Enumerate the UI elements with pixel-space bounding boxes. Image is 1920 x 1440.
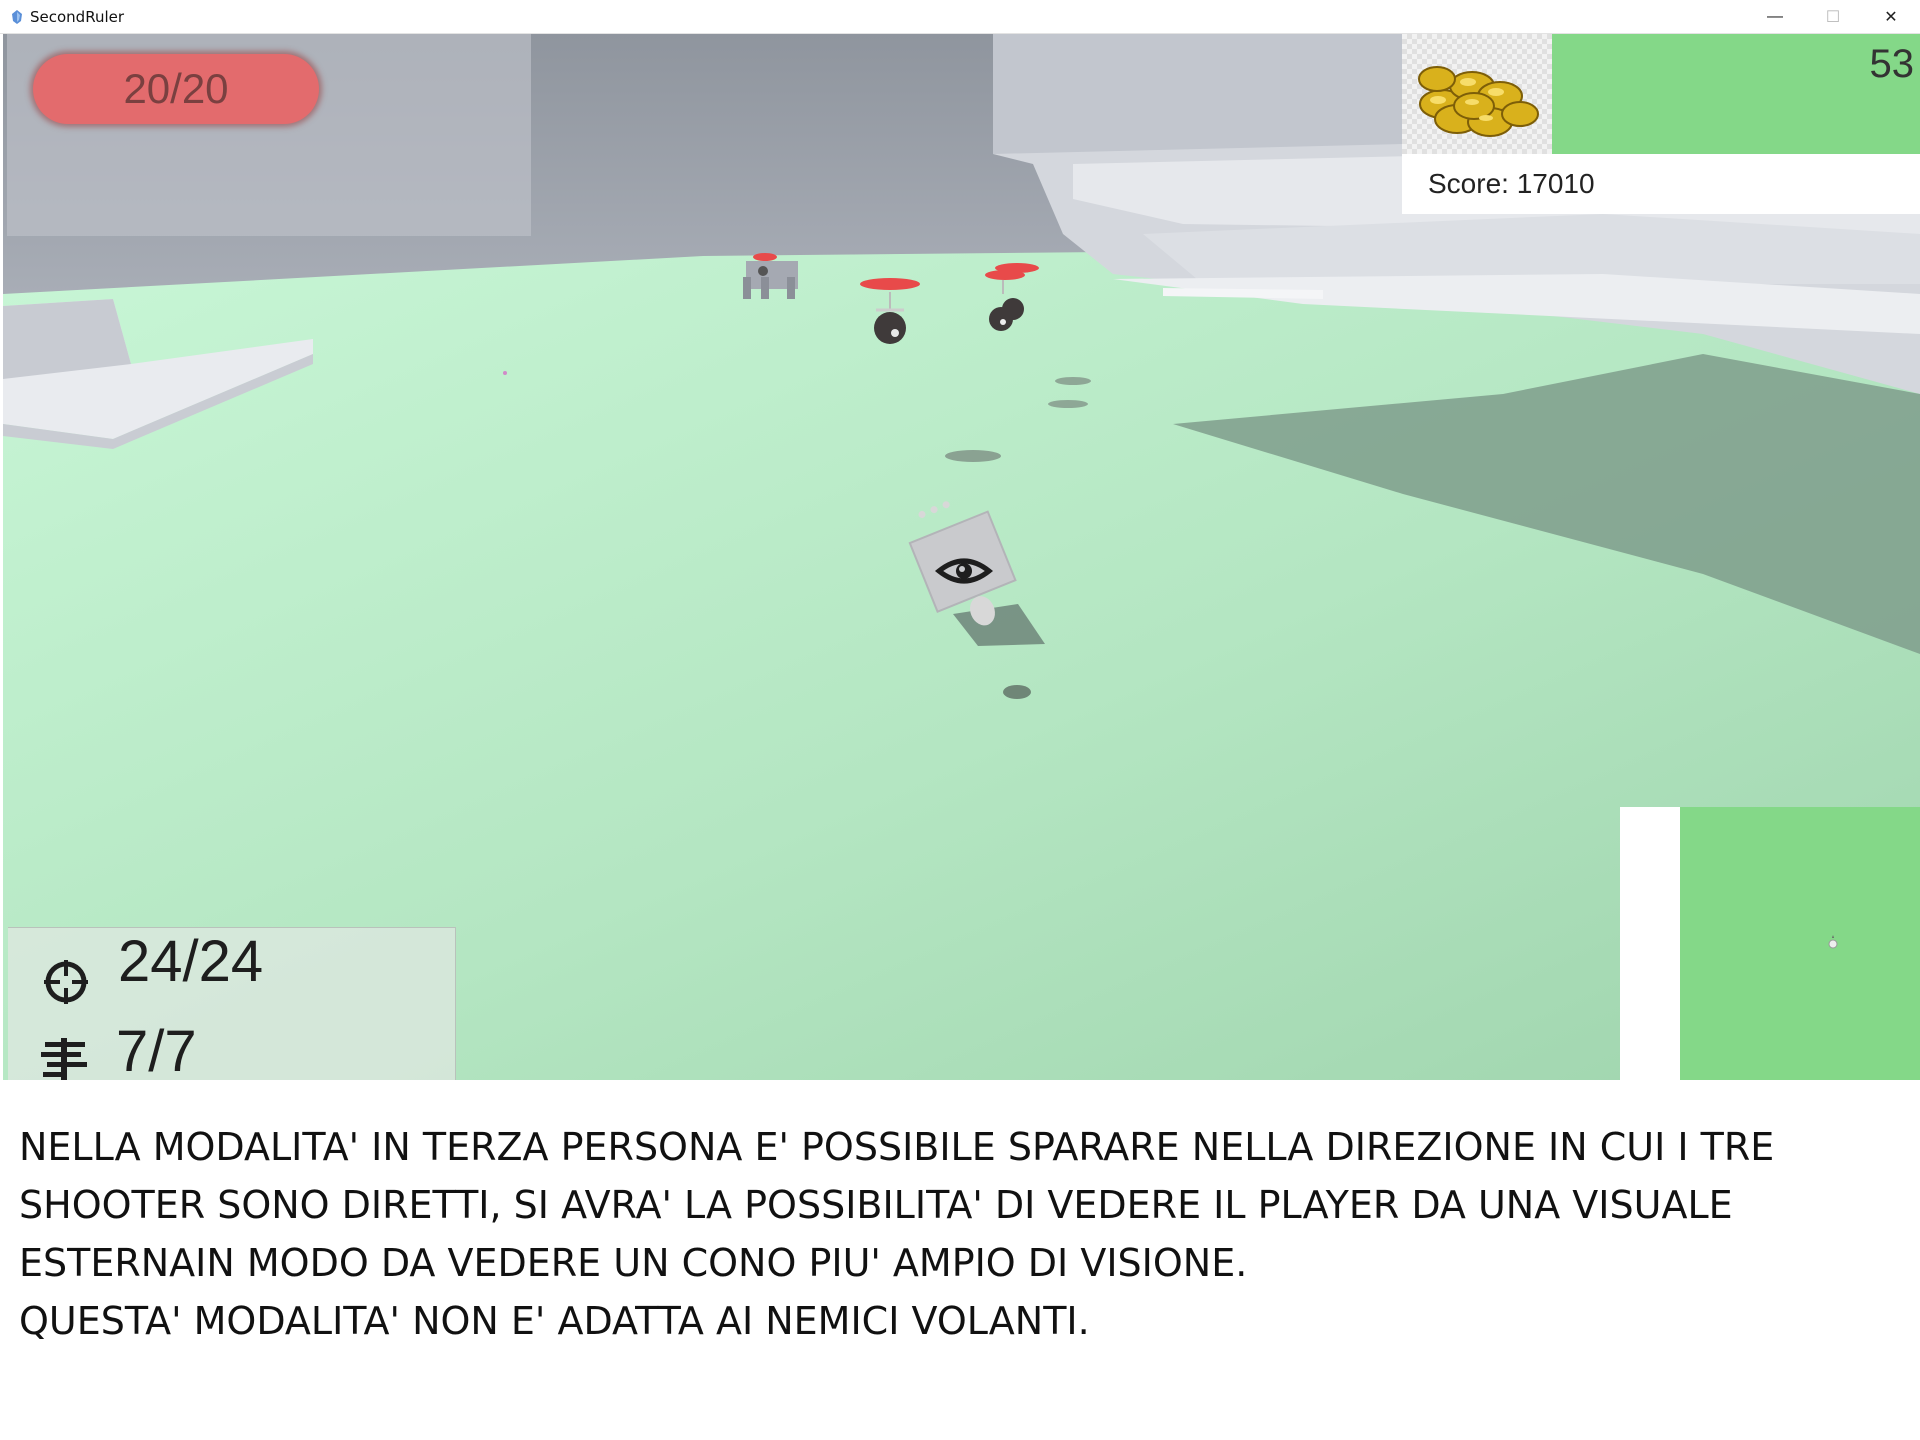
minimap-area: [1680, 807, 1920, 1080]
caption: NELLA MODALITA' IN TERZA PERSONA E' POSS…: [19, 1118, 1899, 1350]
grenade-value: 7/7: [116, 1019, 197, 1080]
caption-line: NELLA MODALITA' IN TERZA PERSONA E' POSS…: [19, 1125, 1775, 1169]
window-titlebar: SecondRuler — ☐ ✕: [0, 0, 1920, 34]
window-title: SecondRuler: [30, 8, 125, 26]
health-bar: 20/20: [33, 54, 319, 124]
minimize-icon: —: [1767, 8, 1783, 25]
minimap-border: [1620, 807, 1680, 1080]
health-panel: 20/20: [7, 34, 531, 236]
maximize-button[interactable]: ☐: [1804, 0, 1862, 34]
crosshair-icon: [44, 960, 88, 1004]
score-panel: 53 Score: 17010: [1402, 34, 1920, 214]
minimize-button[interactable]: —: [1746, 0, 1804, 34]
timer-box: 53: [1552, 34, 1920, 154]
close-button[interactable]: ✕: [1862, 0, 1920, 34]
maximize-icon: ☐: [1825, 9, 1841, 26]
ammo-value: 24/24: [118, 929, 264, 994]
close-icon: ✕: [1884, 9, 1898, 26]
score-label: Score: 17010: [1428, 168, 1595, 199]
ammo-panel: 24/24 7/7: [8, 927, 456, 1080]
health-value: 20/20: [123, 65, 229, 112]
minimap-player-marker: [1828, 935, 1838, 949]
app-icon: [12, 10, 22, 24]
timer-value: 53: [1869, 42, 1915, 86]
gold-coins-icon: [1418, 66, 1539, 137]
score-box: Score: 17010: [1402, 154, 1920, 214]
right-overhang: [993, 34, 1403, 154]
coin-box: [1402, 34, 1552, 154]
caption-line: QUESTA' MODALITA' NON E' ADATTA AI NEMIC…: [19, 1299, 1090, 1343]
caption-line: ESTERNAIN MODO DA VEDERE UN CONO PIU' AM…: [19, 1241, 1248, 1285]
minimap: [1620, 807, 1920, 1080]
grenade-rack-icon: [41, 1038, 87, 1080]
caption-line: SHOOTER SONO DIRETTI, SI AVRA' LA POSSIB…: [19, 1183, 1733, 1227]
game-viewport[interactable]: 20/20 53 Score: 17010 24/24 7/7: [3, 34, 1920, 1080]
